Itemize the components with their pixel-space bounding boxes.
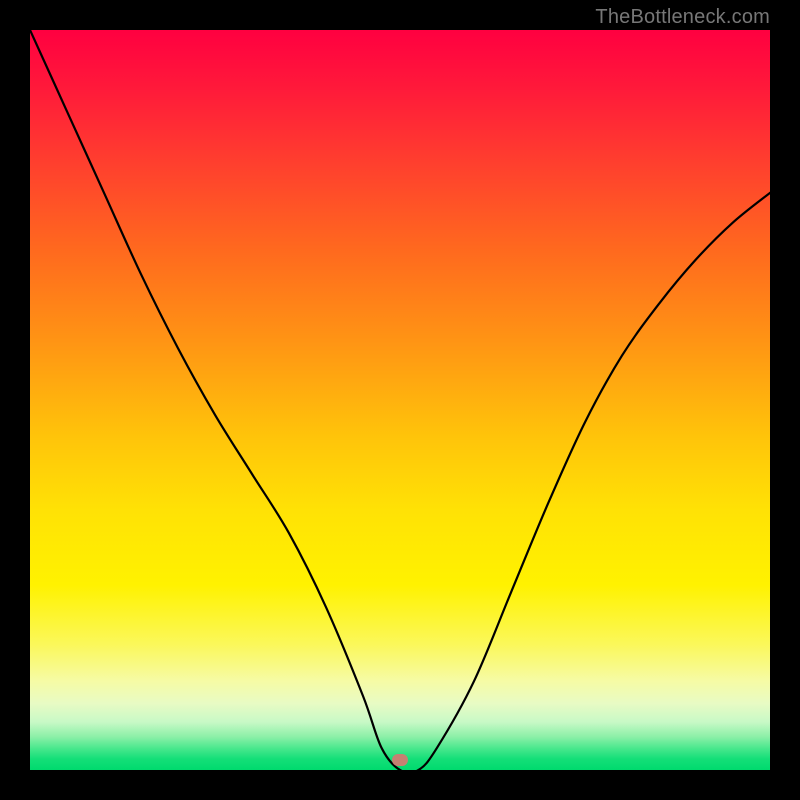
minimum-marker <box>392 754 408 766</box>
watermark-text: TheBottleneck.com <box>595 6 770 29</box>
chart-frame: TheBottleneck.com <box>0 0 800 800</box>
plot-area <box>30 30 770 770</box>
bottleneck-curve <box>30 30 770 770</box>
